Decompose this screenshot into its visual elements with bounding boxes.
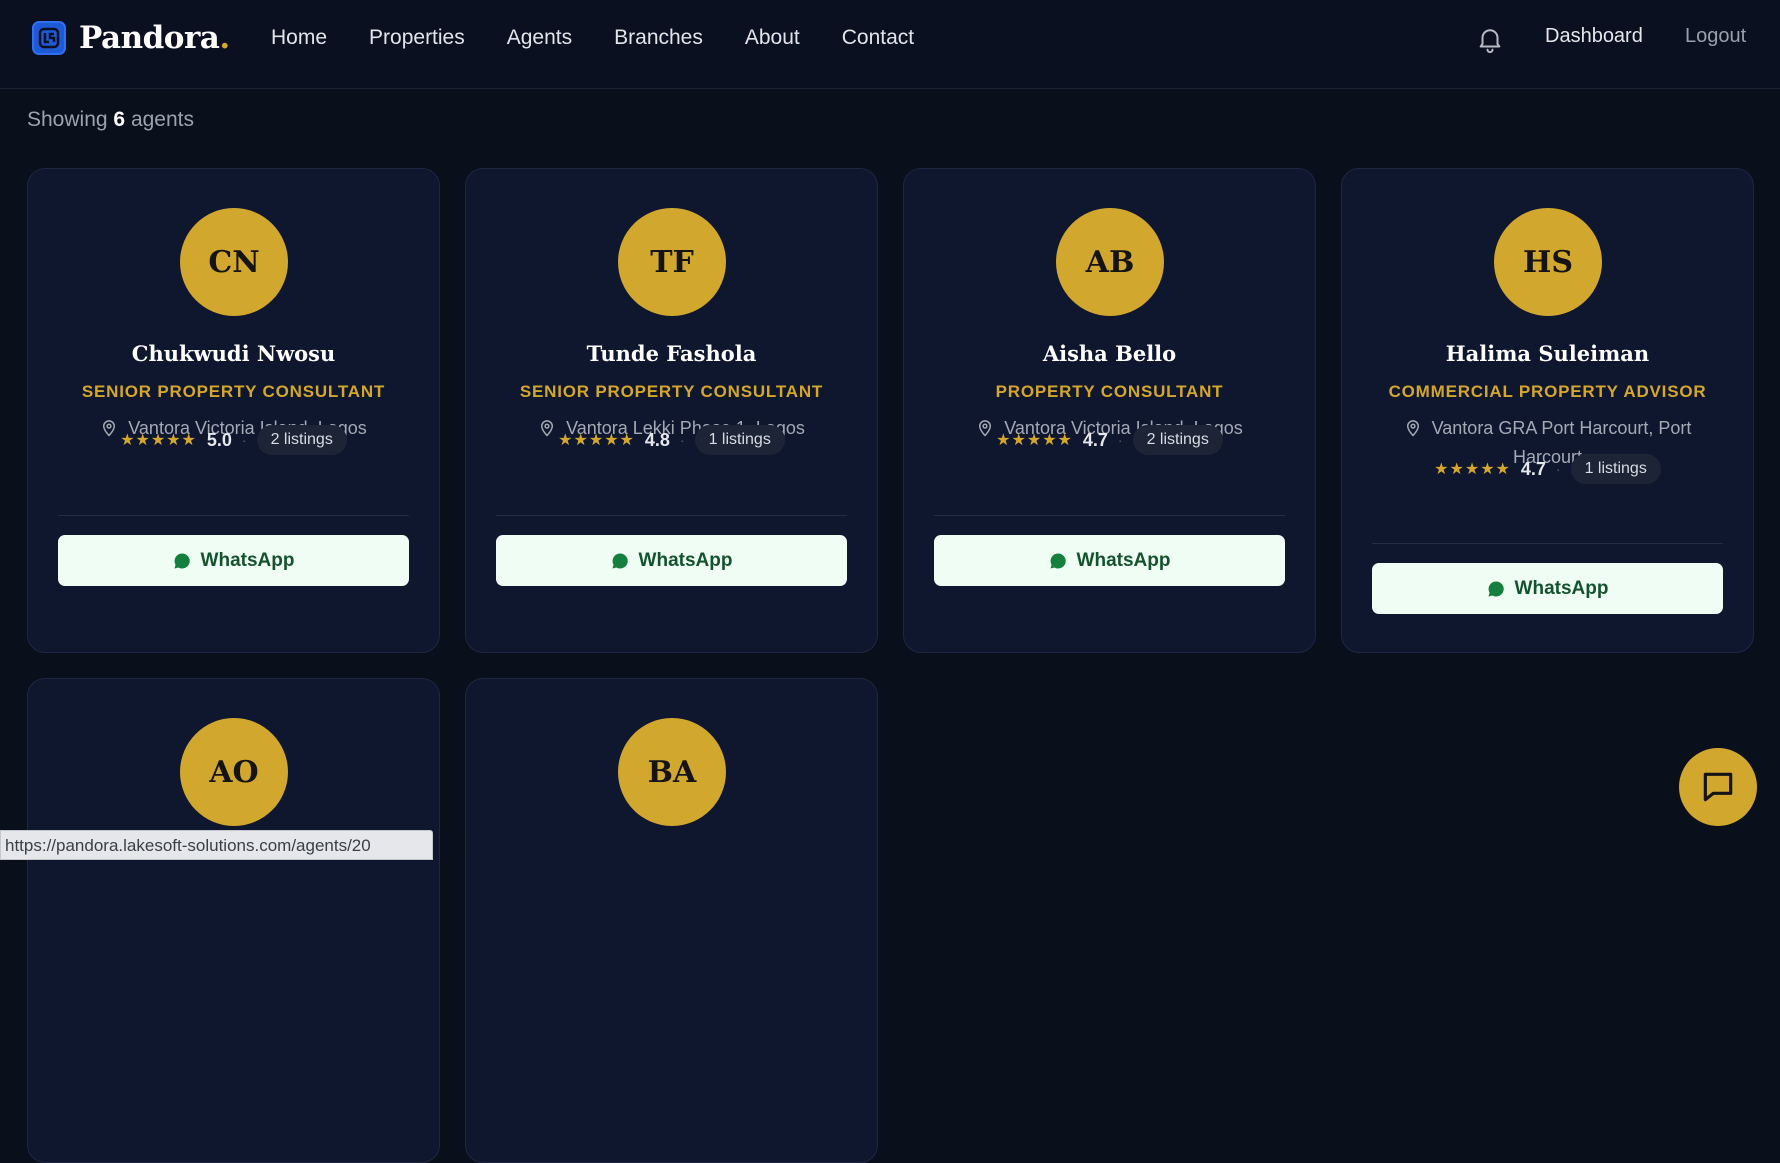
whatsapp-button[interactable]: WhatsApp bbox=[58, 535, 409, 586]
agent-name[interactable]: Halima Suleiman bbox=[1342, 341, 1753, 366]
nav-agents[interactable]: Agents bbox=[507, 26, 572, 50]
agent-card[interactable]: HS Halima Suleiman COMMERCIAL PROPERTY A… bbox=[1341, 168, 1754, 653]
separator: · bbox=[1117, 432, 1123, 448]
card-divider bbox=[58, 515, 409, 516]
rating-value: 4.7 bbox=[1520, 458, 1546, 479]
chat-icon bbox=[1703, 772, 1733, 802]
avatar: BA bbox=[618, 718, 726, 826]
whatsapp-button[interactable]: WhatsApp bbox=[496, 535, 847, 586]
main-nav: Home Properties Agents Branches About Co… bbox=[271, 26, 956, 50]
rating-stars: ★★★★★ bbox=[996, 432, 1073, 449]
listings-badge: 2 listings bbox=[1132, 425, 1223, 455]
top-navbar: Pandora. Home Properties Agents Branches… bbox=[0, 0, 1780, 89]
agent-role: PROPERTY CONSULTANT bbox=[995, 382, 1224, 401]
rating-row: ★★★★★ 4.7 · 1 listings bbox=[1342, 454, 1753, 484]
whatsapp-icon bbox=[1488, 580, 1504, 596]
card-divider bbox=[496, 515, 847, 516]
rating-value: 5.0 bbox=[206, 429, 232, 450]
avatar: HS bbox=[1494, 208, 1602, 316]
agent-card[interactable]: AO bbox=[27, 678, 440, 1163]
chat-button[interactable] bbox=[1679, 748, 1757, 826]
rating-row: ★★★★★ 5.0 · 2 listings bbox=[28, 425, 439, 455]
rating-stars: ★★★★★ bbox=[558, 432, 635, 449]
avatar: TF bbox=[618, 208, 726, 316]
nav-home[interactable]: Home bbox=[271, 26, 327, 50]
rating-stars: ★★★★★ bbox=[120, 432, 197, 449]
rating-value: 4.7 bbox=[1082, 429, 1108, 450]
separator: · bbox=[679, 432, 685, 448]
agent-count: 6 bbox=[113, 108, 126, 131]
card-divider bbox=[1372, 543, 1723, 544]
rating-row: ★★★★★ 4.7 · 2 listings bbox=[904, 425, 1315, 455]
nav-about[interactable]: About bbox=[745, 26, 800, 50]
listings-badge: 2 listings bbox=[256, 425, 347, 455]
nav-contact[interactable]: Contact bbox=[842, 26, 914, 50]
agent-card[interactable]: AB Aisha Bello PROPERTY CONSULTANT Vanto… bbox=[903, 168, 1316, 653]
avatar: AB bbox=[1056, 208, 1164, 316]
agent-card[interactable]: CN Chukwudi Nwosu SENIOR PROPERTY CONSUL… bbox=[27, 168, 440, 653]
summary-suffix: agents bbox=[130, 108, 194, 131]
agent-role: SENIOR PROPERTY CONSULTANT bbox=[81, 382, 386, 401]
card-divider bbox=[934, 515, 1285, 516]
agent-name[interactable]: Chukwudi Nwosu bbox=[28, 341, 439, 366]
agent-name[interactable]: Tunde Fashola bbox=[466, 341, 877, 366]
nav-properties[interactable]: Properties bbox=[369, 26, 465, 50]
whatsapp-icon bbox=[1050, 552, 1066, 568]
agent-card[interactable]: BA bbox=[465, 678, 878, 1163]
whatsapp-button[interactable]: WhatsApp bbox=[934, 535, 1285, 586]
avatar: CN bbox=[180, 208, 288, 316]
nav-branches[interactable]: Branches bbox=[614, 26, 703, 50]
whatsapp-icon bbox=[612, 552, 628, 568]
summary-prefix: Showing bbox=[27, 108, 108, 131]
logo-icon bbox=[32, 21, 66, 55]
dashboard-link[interactable]: Dashboard bbox=[1545, 25, 1643, 48]
bell-icon[interactable] bbox=[1475, 24, 1505, 54]
whatsapp-icon bbox=[174, 552, 190, 568]
brand-logo[interactable]: Pandora. bbox=[32, 20, 230, 56]
avatar: AO bbox=[180, 718, 288, 826]
map-pin-icon bbox=[1406, 420, 1419, 437]
rating-value: 4.8 bbox=[644, 429, 670, 450]
agent-name[interactable]: Aisha Bello bbox=[904, 341, 1315, 366]
separator: · bbox=[241, 432, 247, 448]
whatsapp-button[interactable]: WhatsApp bbox=[1372, 563, 1723, 614]
results-summary: Showing 6 agents bbox=[27, 108, 194, 132]
listings-badge: 1 listings bbox=[694, 425, 785, 455]
logout-link[interactable]: Logout bbox=[1685, 25, 1746, 48]
separator: · bbox=[1555, 461, 1561, 477]
rating-stars: ★★★★★ bbox=[1434, 461, 1511, 478]
rating-row: ★★★★★ 4.8 · 1 listings bbox=[466, 425, 877, 455]
agent-role: SENIOR PROPERTY CONSULTANT bbox=[519, 382, 824, 401]
agent-role: COMMERCIAL PROPERTY ADVISOR bbox=[1388, 382, 1707, 401]
agent-card[interactable]: TF Tunde Fashola SENIOR PROPERTY CONSULT… bbox=[465, 168, 878, 653]
brand-name: Pandora. bbox=[79, 20, 230, 56]
listings-badge: 1 listings bbox=[1570, 454, 1661, 484]
